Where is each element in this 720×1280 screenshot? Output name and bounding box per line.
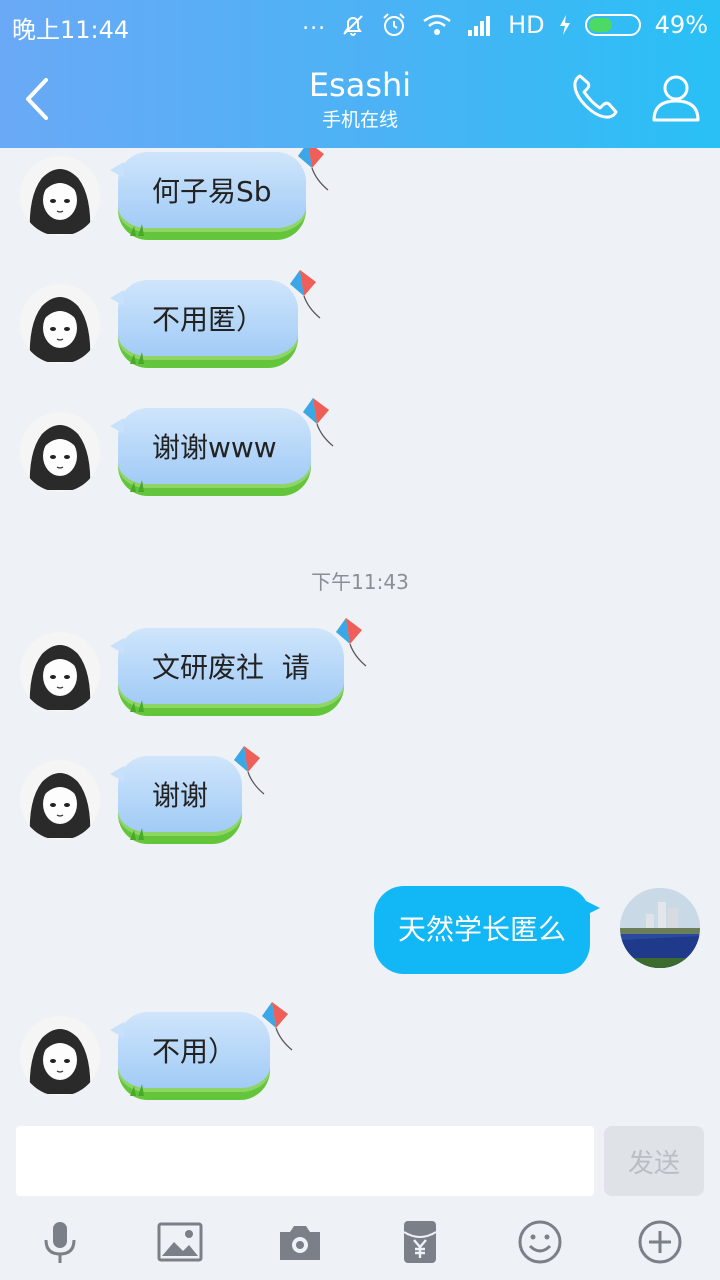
- kite-icon: [302, 398, 334, 447]
- grass-icon: [130, 224, 144, 236]
- bubble-tail: [110, 638, 124, 654]
- plus-icon[interactable]: [636, 1218, 684, 1266]
- contact-title: Esashi 手机在线: [160, 66, 560, 133]
- grass-icon: [130, 352, 144, 364]
- battery-fill: [588, 18, 613, 32]
- message-text: 不用匿）: [152, 303, 265, 336]
- emoji-icon[interactable]: [516, 1218, 564, 1266]
- contact-avatar[interactable]: [20, 1016, 100, 1096]
- my-avatar[interactable]: [620, 888, 700, 968]
- composer: 发送: [0, 1122, 720, 1204]
- contact-avatar[interactable]: [20, 632, 100, 712]
- status-time: 晚上11:44: [12, 16, 130, 44]
- grass-icon: [130, 480, 144, 492]
- status-icons: ... HD 49%: [302, 10, 708, 40]
- bubble-tail: [110, 290, 124, 306]
- back-button[interactable]: [16, 74, 62, 124]
- message-input[interactable]: [16, 1126, 594, 1196]
- outgoing-bubble[interactable]: 天然学长匿么: [373, 886, 600, 974]
- kite-icon: [262, 1002, 293, 1051]
- input-toolbar: [0, 1204, 720, 1280]
- bubble-tail: [584, 900, 600, 916]
- message-list[interactable]: 何子易Sb 不用匿） 谢谢www 下午11:43 文研废社 请 谢谢 天然学长匿…: [0, 148, 720, 1122]
- more-dots-icon: ...: [302, 9, 327, 35]
- charging-icon: [559, 15, 570, 35]
- chat-header: 晚上11:44 ... HD 49% Esashi 手机在线: [0, 0, 720, 148]
- message-text: 何子易Sb: [152, 175, 272, 208]
- kite-icon: [234, 746, 265, 795]
- battery-icon: [584, 14, 641, 36]
- signal-icon: [468, 16, 491, 36]
- profile-button[interactable]: [648, 70, 704, 126]
- kite-icon: [297, 148, 328, 191]
- contact-name: Esashi: [308, 66, 412, 104]
- battery-percent: 49%: [654, 11, 708, 39]
- message-text: 天然学长匿么: [397, 913, 566, 946]
- mute-bell-icon: [343, 15, 363, 36]
- wifi-icon: [423, 14, 451, 35]
- contact-avatar[interactable]: [20, 412, 100, 492]
- incoming-bubble[interactable]: 文研废社 请: [110, 618, 367, 716]
- grass-icon: [130, 828, 144, 840]
- red-packet-icon[interactable]: [396, 1218, 444, 1266]
- time-divider: 下午11:43: [311, 570, 409, 594]
- contact-avatar[interactable]: [20, 156, 100, 236]
- alarm-icon: [383, 13, 405, 36]
- incoming-bubble[interactable]: 何子易Sb: [110, 148, 328, 240]
- image-icon[interactable]: [156, 1218, 204, 1266]
- online-status: 手机在线: [321, 109, 398, 131]
- incoming-bubble[interactable]: 不用匿）: [110, 270, 321, 368]
- grass-icon: [130, 1084, 144, 1096]
- message-text: 谢谢www: [152, 431, 277, 464]
- message-text: 文研废社 请: [152, 651, 310, 684]
- bubble-tail: [110, 162, 124, 178]
- bubble-tail: [110, 418, 124, 434]
- bubble-tail: [110, 766, 124, 782]
- message-text: 谢谢: [152, 779, 209, 812]
- phone-call-button[interactable]: [566, 70, 622, 126]
- send-button[interactable]: 发送: [604, 1126, 704, 1196]
- contact-avatar[interactable]: [20, 760, 100, 840]
- camera-icon[interactable]: [276, 1218, 324, 1266]
- bubble-tail: [110, 1022, 124, 1038]
- microphone-icon[interactable]: [36, 1218, 84, 1266]
- incoming-bubble[interactable]: 不用）: [110, 1002, 293, 1100]
- incoming-bubble[interactable]: 谢谢www: [110, 398, 334, 496]
- grass-icon: [130, 700, 144, 712]
- contact-avatar[interactable]: [20, 284, 100, 364]
- network-label: HD: [508, 11, 545, 39]
- incoming-bubble[interactable]: 谢谢: [110, 746, 265, 844]
- kite-icon: [290, 270, 321, 319]
- status-bar: 晚上11:44 ... HD 49%: [0, 0, 720, 52]
- kite-icon: [335, 618, 367, 667]
- message-text: 不用）: [152, 1035, 237, 1068]
